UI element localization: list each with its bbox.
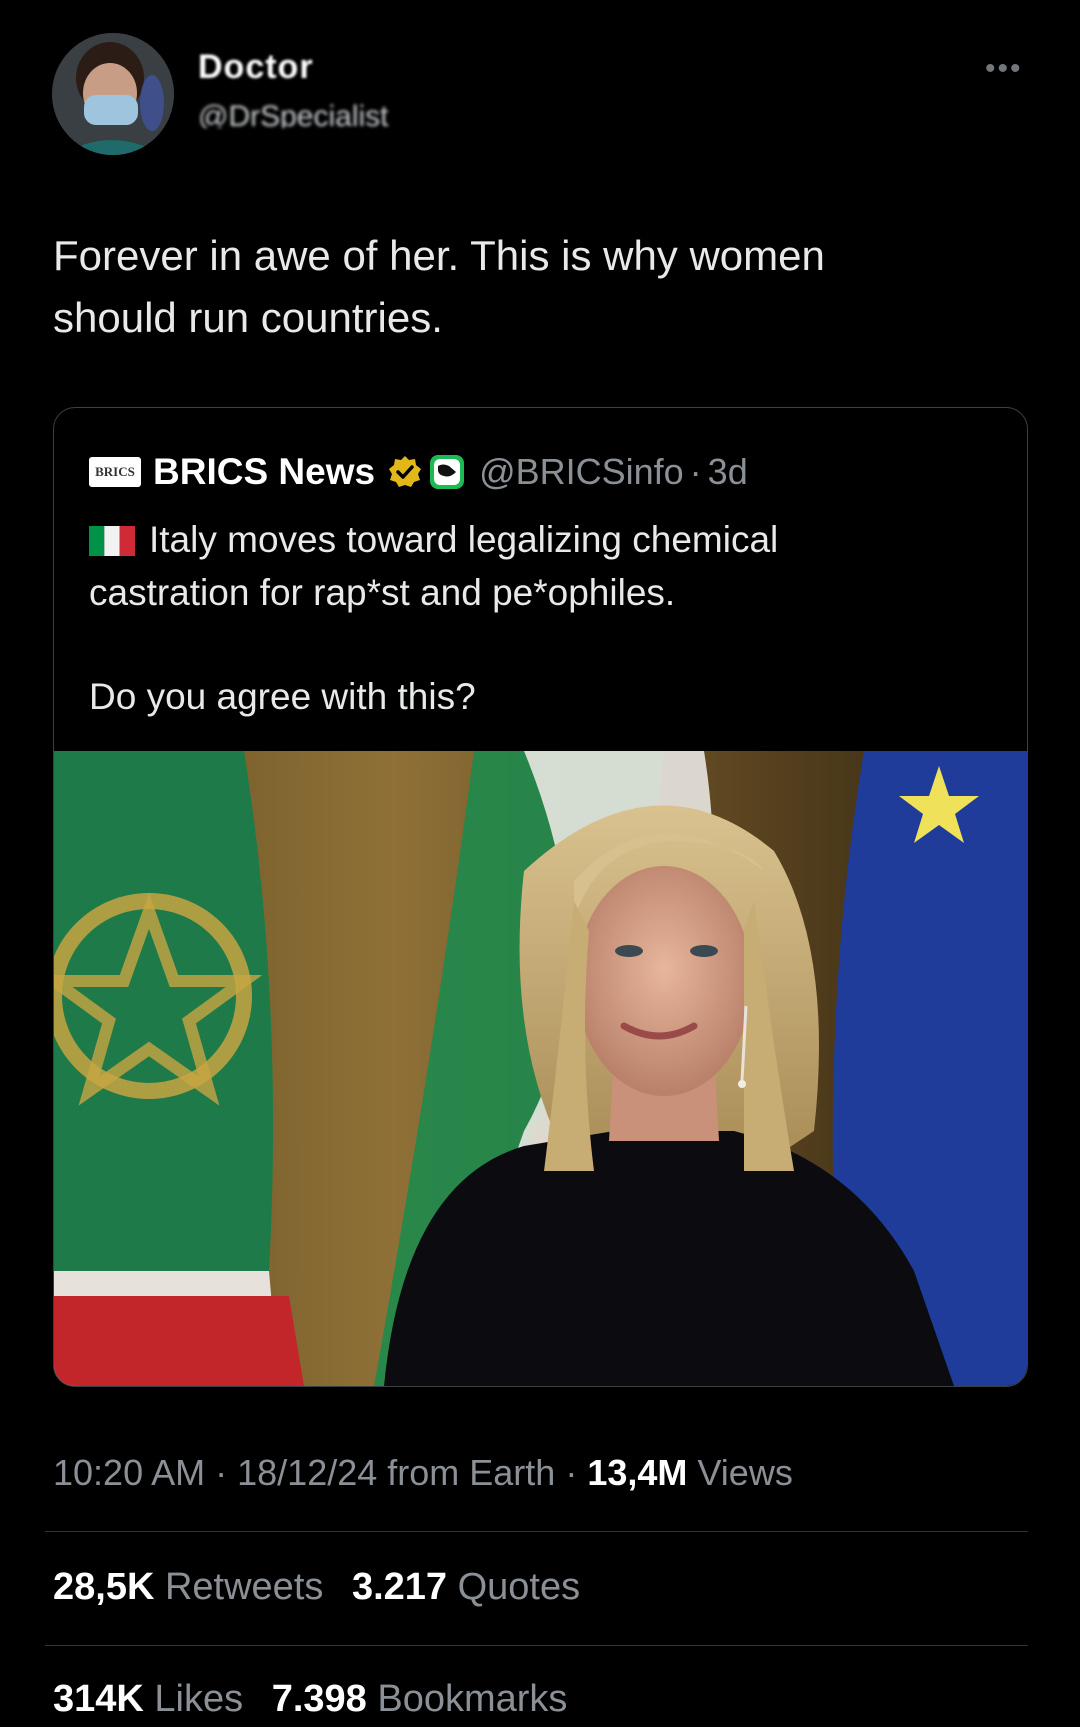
- verified-badge-icon: [389, 456, 422, 487]
- bookmarks-stat[interactable]: 7.398 Bookmarks: [272, 1678, 568, 1720]
- retweets-count: 28,5K: [53, 1566, 155, 1608]
- views-count: 13,4M: [587, 1452, 688, 1493]
- italy-flag-icon: [89, 526, 135, 556]
- tweet-time[interactable]: 10:20 AM: [53, 1452, 205, 1493]
- tweet-text-line1: Forever in awe of her. This is why women: [53, 232, 825, 279]
- tweet-text: Forever in awe of her. This is why women…: [53, 225, 1013, 349]
- affiliate-badge-icon: [430, 455, 465, 489]
- bookmarks-label: Bookmarks: [377, 1678, 568, 1720]
- retweets-label: Retweets: [164, 1566, 324, 1608]
- quoted-timestamp[interactable]: 3d: [708, 451, 748, 493]
- quoted-question: Do you agree with this?: [89, 676, 476, 717]
- meta-separator: ·: [565, 1452, 578, 1493]
- quoted-author-handle[interactable]: @BRICSinfo: [479, 451, 684, 493]
- divider: [45, 1531, 1028, 1532]
- quoted-tweet-header: BRICS BRICS News @BRICSinfo · 3d: [89, 450, 748, 494]
- tweet-text-line2: should run countries.: [53, 294, 443, 341]
- engagement-stats-row-1: 28,5K Retweets 3.217 Quotes: [53, 1566, 598, 1609]
- likes-label: Likes: [154, 1678, 244, 1720]
- author-handle[interactable]: @DrSpecialist: [198, 100, 389, 128]
- quoted-text-line1: Italy moves toward legalizing chemical: [149, 519, 779, 560]
- engagement-stats-row-2: 314K Likes 7.398 Bookmarks: [53, 1678, 585, 1721]
- avatar[interactable]: [52, 33, 174, 155]
- quotes-label: Quotes: [457, 1566, 581, 1608]
- brics-logo: BRICS: [89, 457, 141, 487]
- tweet-meta: 10:20 AM · 18/12/24 from Earth · 13,4M V…: [53, 1452, 793, 1494]
- bookmarks-count: 7.398: [271, 1678, 367, 1720]
- quoted-separator: ·: [689, 451, 702, 492]
- quoted-text-line2: castration for rap*st and pe*ophiles.: [89, 572, 676, 613]
- more-options-button[interactable]: •••: [985, 52, 1023, 86]
- quoted-author-name[interactable]: BRICS News: [153, 451, 375, 493]
- meta-separator: ·: [215, 1452, 228, 1493]
- quotes-stat[interactable]: 3.217 Quotes: [352, 1566, 580, 1608]
- quoted-tweet-card[interactable]: BRICS BRICS News @BRICSinfo · 3d Italy m…: [53, 407, 1028, 1387]
- likes-count: 314K: [53, 1678, 144, 1720]
- avatar-photo: [52, 33, 174, 155]
- quoted-tweet-image[interactable]: [54, 751, 1027, 1386]
- retweets-stat[interactable]: 28,5K Retweets: [53, 1566, 334, 1608]
- divider: [45, 1645, 1028, 1646]
- quoted-tweet-text: Italy moves toward legalizing chemical c…: [89, 513, 989, 619]
- views-label: Views: [697, 1452, 793, 1493]
- quotes-count: 3.217: [351, 1566, 448, 1608]
- tweet-date-location[interactable]: 18/12/24 from Earth: [237, 1452, 555, 1493]
- author-name[interactable]: Doctor: [198, 48, 314, 84]
- likes-stat[interactable]: 314K Likes: [53, 1678, 254, 1720]
